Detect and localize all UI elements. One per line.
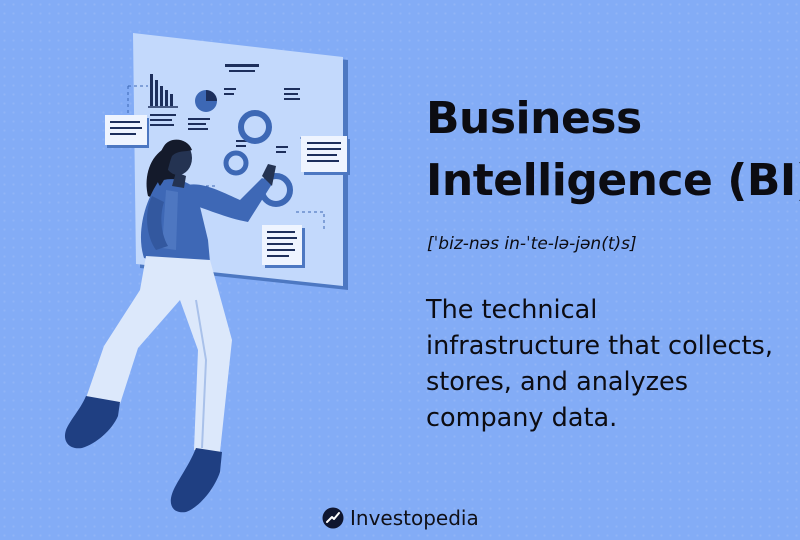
investopedia-logo-icon — [322, 507, 344, 529]
definition-line-3: stores, and analyzes — [426, 367, 689, 397]
definition-text: The technical infrastructure that collec… — [426, 292, 798, 436]
business-intelligence-illustration — [64, 33, 350, 513]
floating-note-right — [301, 136, 350, 175]
brand-footer: Investopedia — [322, 503, 479, 533]
title-line-1: Business — [426, 93, 642, 144]
pronunciation: [ˈbiz-nəs in-ˈte-lə-jən(t)s] — [427, 234, 637, 254]
pie-chart-icon — [195, 90, 217, 112]
title-line-2: Intelligence (BI) — [426, 155, 800, 206]
definition-line-2: infrastructure that collects, — [426, 331, 773, 361]
brand-name: Investopedia — [350, 506, 479, 530]
floating-note-left — [105, 115, 149, 148]
definition-line-4: company data. — [426, 403, 618, 433]
page-title: Business Intelligence (BI) — [426, 88, 800, 212]
floating-note-bottom — [262, 225, 305, 268]
definition-line-1: The technical — [426, 295, 598, 325]
